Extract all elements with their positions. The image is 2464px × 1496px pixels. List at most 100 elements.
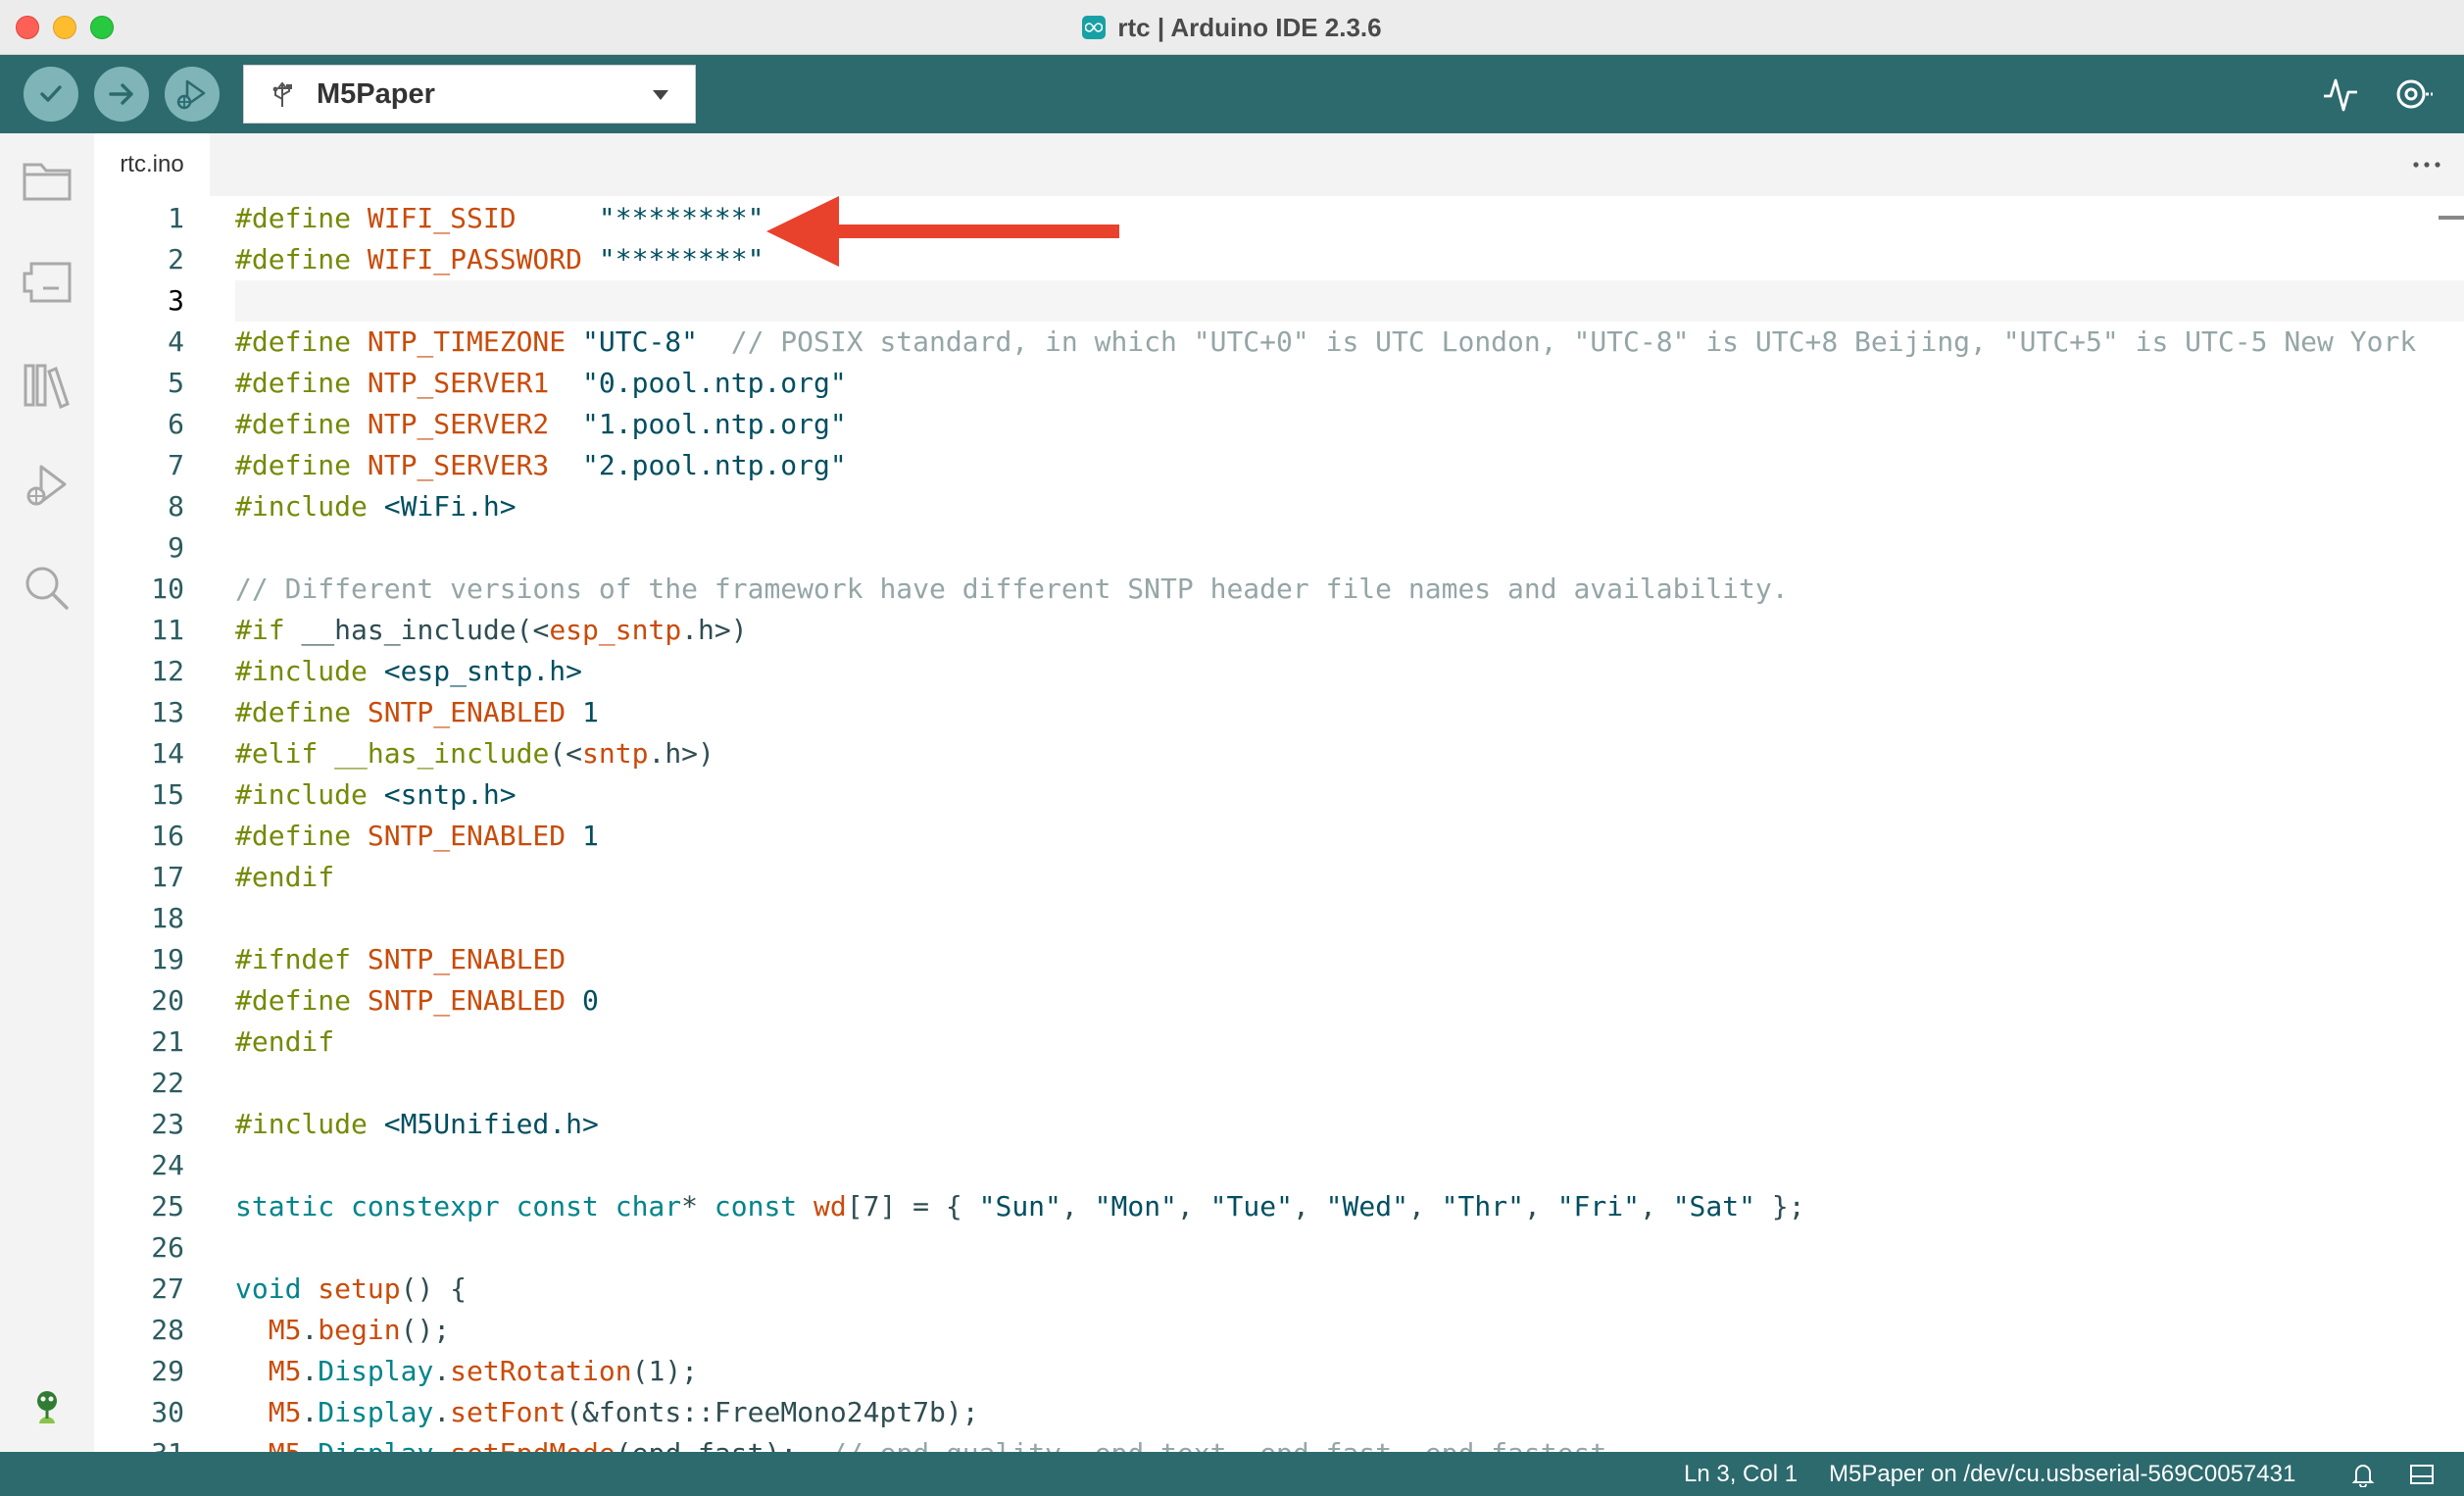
code-token: 0 [566,984,599,1017]
cursor-position[interactable]: Ln 3, Col 1 [1684,1452,1798,1496]
code-token: . [301,1314,319,1346]
code-token: // epd_quality, epd_text, epd_fast, epd_… [830,1437,1606,1452]
debug-panel-button[interactable] [20,459,74,514]
code-token: "********" [582,243,764,275]
code-token: "Thr" [1441,1190,1524,1222]
code-line[interactable]: #ifndef SNTP_ENABLED [235,939,566,980]
code-line[interactable]: #if __has_include(<esp_sntp.h>) [235,610,748,651]
code-line[interactable]: M5.Display.setFont(&fonts::FreeMono24pt7… [235,1392,979,1433]
code-token: Display [318,1437,433,1452]
library-manager-button[interactable] [20,357,74,412]
code-token: M5 [268,1314,302,1346]
code-line[interactable]: // Different versions of the framework h… [235,569,1789,610]
more-actions-button[interactable] [2407,147,2446,182]
code-token: <WiFi.h> [383,490,517,523]
code-line[interactable]: #include <sntp.h> [235,774,517,816]
toggle-panel-button[interactable] [2407,1460,2437,1489]
code-token: #ifndef [235,943,368,975]
code-token: setFont [450,1396,567,1428]
chevron-down-icon [653,90,668,100]
code-token: SNTP_ENABLED [367,696,567,728]
code-token: "UTC-8" [566,325,699,358]
code-line[interactable]: M5.Display.setRotation(1); [235,1351,698,1392]
line-number: 17 [151,861,184,893]
window-title-text: rtc | Arduino IDE 2.3.6 [1117,12,1382,42]
code-line[interactable]: #define WIFI_SSID "********" [235,198,764,239]
line-number: 26 [151,1231,184,1264]
code-token: // Different versions of the framework h… [235,573,1789,605]
code-line[interactable]: #include <WiFi.h> [235,486,517,527]
upload-button[interactable] [94,67,149,122]
code-token: WIFI_SSID [367,202,517,234]
code-line[interactable]: #elif __has_include(<sntp.h>) [235,733,715,774]
verify-button[interactable] [24,67,78,122]
code-line[interactable]: #include <esp_sntp.h> [235,651,582,692]
code-line[interactable]: #include <M5Unified.h> [235,1104,599,1145]
code-token: wd [813,1190,847,1222]
line-number: 16 [151,820,184,852]
code-line[interactable]: M5.begin(); [235,1310,450,1351]
board-port-status[interactable]: M5Paper on /dev/cu.usbserial-569C0057431 [1829,1452,2295,1496]
code-token: NTP_SERVER1 [367,367,550,399]
code-line[interactable]: #define WIFI_PASSWORD "********" [235,239,764,280]
code-token: #define [235,449,368,481]
serial-monitor-button[interactable] [2391,73,2435,116]
line-number: 31 [94,1433,184,1452]
code-token: "Wed" [1325,1190,1408,1222]
code-token: #include [235,655,384,687]
code-line[interactable]: #define NTP_SERVER1 "0.pool.ntp.org" [235,363,847,404]
code-token: . [433,1396,451,1428]
code-line[interactable]: void setup() { [235,1269,467,1310]
code-token: [7] = { [846,1190,979,1222]
code-token: (1); [631,1355,699,1387]
code-token: , [1176,1190,1210,1222]
board-name: M5Paper [317,77,435,110]
code-token: "Sat" [1672,1190,1755,1222]
code-token: #endif [235,861,335,893]
code-token: M5 [268,1396,302,1428]
board-selector[interactable]: M5Paper [243,65,696,124]
code-line[interactable]: #define SNTP_ENABLED 1 [235,816,599,857]
code-line[interactable]: static constexpr const char* const wd[7]… [235,1186,1805,1227]
code-token: "Fri" [1556,1190,1640,1222]
code-token: __has_include(< [301,614,550,646]
code-token: WIFI_PASSWORD [367,243,583,275]
code-token: const [714,1190,814,1222]
boards-manager-icon [23,262,72,303]
search-button[interactable] [20,561,74,616]
serial-plotter-button[interactable] [2319,73,2362,116]
code-token: #include [235,1108,384,1140]
tab-rtc-ino[interactable]: rtc.ino [94,133,210,196]
notifications-button[interactable] [2348,1460,2378,1489]
debug-button[interactable] [165,67,220,122]
code-line[interactable]: #endif [235,857,334,898]
code-line[interactable]: #endif [235,1022,334,1063]
code-token: Display [318,1396,434,1428]
code-token: #define [235,325,368,358]
code-token: static constexpr const char [235,1190,682,1222]
line-number: 13 [151,696,184,728]
arduino-logo-icon [1082,16,1107,39]
code-line[interactable]: M5.Display.setEpdMode(epd_fast); // epd_… [235,1433,1607,1452]
profile-icon [37,1391,57,1423]
code-token: SNTP_ENABLED [367,943,567,975]
debug-icon [26,465,67,506]
window-title: rtc | Arduino IDE 2.3.6 [0,0,2464,55]
code-token: "Mon" [1094,1190,1177,1222]
code-token: , [1292,1190,1326,1222]
code-area[interactable]: #define WIFI_SSID "********" #define WIFI… [235,196,2464,1452]
line-number: 19 [151,943,184,975]
code-line[interactable]: #define NTP_SERVER2 "1.pool.ntp.org" [235,404,847,445]
code-editor[interactable]: 1 2 3 4 5 6 7 8 9 10 11 12 13 14 15 16 17 18 19 20 21 22 23 24 2… [94,196,2464,1452]
profile-button[interactable] [20,1378,74,1433]
line-number: 29 [151,1355,184,1387]
line-number: 5 [168,367,184,399]
code-line[interactable]: #define NTP_TIMEZONE "UTC-8" // POSIX st… [235,322,2416,363]
boards-manager-button[interactable] [20,255,74,310]
sketchbook-button[interactable] [20,153,74,208]
code-line[interactable]: #define SNTP_ENABLED 0 [235,980,599,1022]
code-token: // POSIX standard, in which "UTC+0" is U… [698,325,2417,358]
code-line[interactable]: #define SNTP_ENABLED 1 [235,692,599,733]
code-line[interactable]: #define NTP_SERVER3 "2.pool.ntp.org" [235,445,847,486]
